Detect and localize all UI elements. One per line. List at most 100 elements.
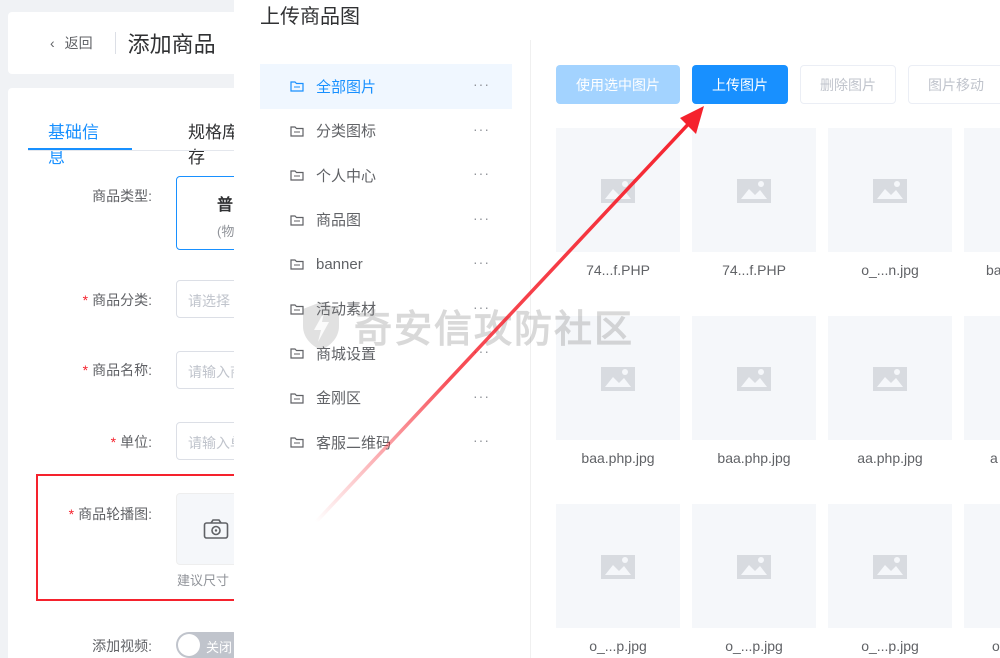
folder-icon: [290, 81, 304, 92]
page-title: 添加商品: [127, 32, 216, 57]
image-filename: 74...f.PHP: [586, 262, 650, 278]
image-filename: aa.php.jpg: [857, 450, 923, 466]
image-item[interactable]: baa.php.jpg: [692, 316, 816, 466]
folder-icon: [290, 304, 304, 315]
image-item[interactable]: o: [964, 504, 1000, 654]
category-label: 商品分类:: [92, 292, 152, 308]
switch-label: 关闭: [206, 640, 233, 655]
category-label: 商品图: [316, 212, 362, 230]
category-label: 活动素材: [316, 301, 377, 319]
image-filename: o_...p.jpg: [589, 638, 647, 654]
folder-icon: [290, 170, 304, 181]
use-selected-button[interactable]: 使用选中图片: [556, 65, 680, 104]
tab-basic-info[interactable]: 基础信息: [28, 118, 132, 167]
more-icon[interactable]: ···: [473, 210, 490, 226]
more-icon[interactable]: ···: [473, 121, 490, 137]
category-item-mall-settings[interactable]: 商城设置 ···: [260, 331, 512, 376]
image-placeholder: [828, 316, 952, 440]
category-item-activity[interactable]: 活动素材 ···: [260, 287, 512, 332]
category-item-icons[interactable]: 分类图标 ···: [260, 109, 512, 154]
image-icon: [601, 555, 635, 579]
back-label: 返回: [64, 35, 93, 51]
image-filename: ba: [986, 262, 1000, 278]
category-label: 个人中心: [316, 167, 377, 185]
category-list: 全部图片 ··· 分类图标 ··· 个人中心 ··· 商品图 ··· banne…: [260, 64, 512, 465]
dialog-title: 上传商品图: [260, 6, 360, 28]
image-placeholder: [964, 128, 1000, 252]
image-placeholder: [692, 316, 816, 440]
dialog-toolbar: 使用选中图片 上传图片 删除图片 图片移动: [556, 65, 1000, 104]
category-label: 金刚区: [316, 390, 362, 408]
category-label: 商城设置: [316, 345, 377, 363]
image-item[interactable]: o_...p.jpg: [692, 504, 816, 654]
more-icon[interactable]: ···: [473, 343, 490, 359]
image-placeholder: [692, 128, 816, 252]
back-button[interactable]: ‹ 返回: [50, 33, 93, 53]
annotation-highlight-box: [36, 474, 266, 601]
image-item[interactable]: ba: [964, 128, 1000, 278]
category-item-product[interactable]: 商品图 ···: [260, 198, 512, 243]
more-icon[interactable]: ···: [473, 254, 490, 270]
image-filename: a: [990, 450, 998, 466]
image-item[interactable]: a: [964, 316, 1000, 466]
required-mark: *: [82, 292, 89, 308]
header-divider: [114, 32, 116, 54]
type-label: 商品类型:: [92, 188, 152, 204]
image-icon: [737, 179, 771, 203]
category-item-banner[interactable]: banner ···: [260, 242, 512, 287]
image-icon: [601, 367, 635, 391]
folder-icon: [290, 348, 304, 359]
image-placeholder: [964, 316, 1000, 440]
switch-knob: [178, 634, 200, 656]
image-icon: [873, 367, 907, 391]
required-mark: *: [82, 362, 89, 378]
image-filename: o: [992, 638, 1000, 654]
category-label: 全部图片: [316, 78, 377, 96]
image-item[interactable]: baa.php.jpg: [556, 316, 680, 466]
image-item[interactable]: 74...f.PHP: [692, 128, 816, 278]
image-placeholder: [828, 128, 952, 252]
image-item[interactable]: 74...f.PHP: [556, 128, 680, 278]
image-placeholder: [964, 504, 1000, 628]
image-item[interactable]: o_...p.jpg: [828, 504, 952, 654]
image-filename: baa.php.jpg: [581, 450, 655, 466]
folder-icon: [290, 215, 304, 226]
category-label: 客服二维码: [316, 434, 392, 452]
folder-icon: [290, 393, 304, 404]
more-icon[interactable]: ···: [473, 432, 490, 448]
panel-divider: [530, 40, 531, 658]
image-placeholder: [828, 504, 952, 628]
more-icon[interactable]: ···: [473, 299, 490, 315]
more-icon[interactable]: ···: [473, 388, 490, 404]
category-label: 分类图标: [316, 123, 377, 141]
upload-image-button[interactable]: 上传图片: [692, 65, 788, 104]
image-item[interactable]: aa.php.jpg: [828, 316, 952, 466]
category-item-king-kong[interactable]: 金刚区 ···: [260, 376, 512, 421]
image-icon: [873, 555, 907, 579]
move-image-button[interactable]: 图片移动: [908, 65, 1000, 104]
image-placeholder: [556, 316, 680, 440]
image-filename: o_...n.jpg: [861, 262, 919, 278]
category-label: banner: [316, 255, 363, 273]
chevron-left-icon: ‹: [50, 35, 55, 51]
image-placeholder: [556, 504, 680, 628]
image-item[interactable]: o_...n.jpg: [828, 128, 952, 278]
image-filename: 74...f.PHP: [722, 262, 786, 278]
category-item-all[interactable]: 全部图片 ···: [260, 64, 512, 109]
folder-icon: [290, 437, 304, 448]
image-placeholder: [692, 504, 816, 628]
folder-icon: [290, 126, 304, 137]
upload-image-dialog: 上传商品图 全部图片 ··· 分类图标 ··· 个人中心 ··· 商品图 ···…: [234, 0, 1000, 658]
category-item-qrcode[interactable]: 客服二维码 ···: [260, 420, 512, 465]
image-filename: o_...p.jpg: [725, 638, 783, 654]
category-item-personal[interactable]: 个人中心 ···: [260, 153, 512, 198]
more-icon[interactable]: ···: [473, 165, 490, 181]
more-icon[interactable]: ···: [473, 76, 490, 92]
video-label: 添加视频:: [92, 638, 152, 654]
image-icon: [737, 555, 771, 579]
delete-image-button[interactable]: 删除图片: [800, 65, 896, 104]
image-filename: o_...p.jpg: [861, 638, 919, 654]
folder-icon: [290, 259, 304, 270]
unit-label: 单位:: [120, 434, 152, 450]
image-item[interactable]: o_...p.jpg: [556, 504, 680, 654]
